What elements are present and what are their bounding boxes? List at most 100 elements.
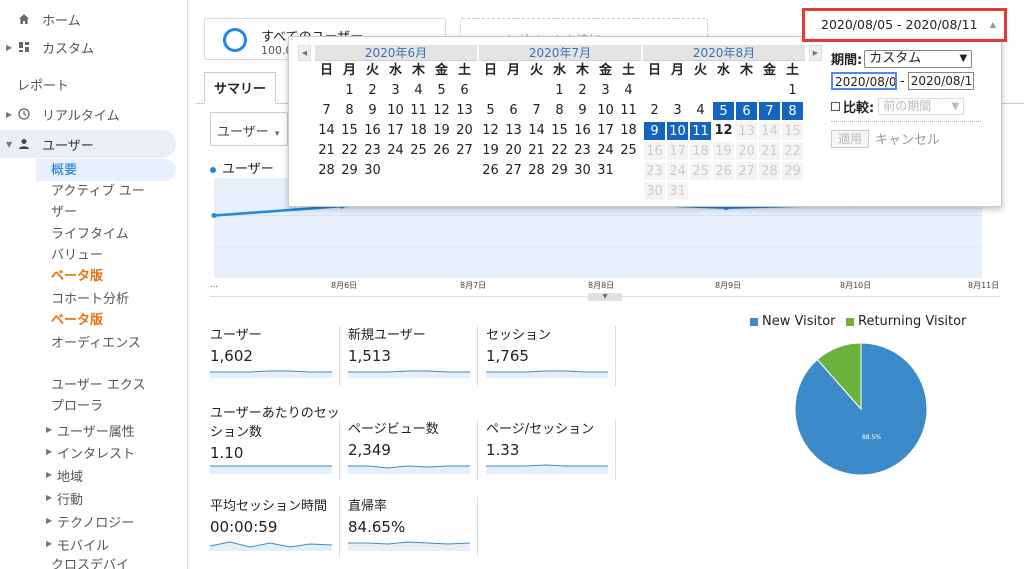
calendar-day[interactable]: 3: [594, 81, 617, 101]
sidebar-item-mobile[interactable]: モバイル: [57, 535, 109, 554]
compare-select[interactable]: 前の期間 ▼: [878, 98, 965, 115]
sidebar-item-overview[interactable]: 概要: [51, 160, 161, 181]
calendar-day[interactable]: 9: [571, 101, 594, 121]
calendar-day[interactable]: 24: [384, 141, 407, 161]
sidebar-item-user-explorer[interactable]: ユーザー エクスプローラ: [51, 375, 147, 417]
calendar-day[interactable]: 27: [453, 141, 476, 161]
calendar-day[interactable]: 17: [594, 121, 617, 141]
sidebar-item-realtime[interactable]: ▶ リアルタイム: [0, 105, 188, 124]
sidebar-item-lifetime-value[interactable]: ライフタイム バリュー: [51, 224, 141, 266]
calendar-day[interactable]: 16: [571, 121, 594, 141]
cancel-button[interactable]: キャンセル: [875, 129, 940, 148]
calendar-day[interactable]: 29: [338, 161, 361, 181]
calendar-day[interactable]: 2: [571, 81, 594, 101]
calendar-day[interactable]: 11: [689, 121, 712, 141]
calendar-day[interactable]: 3: [666, 101, 689, 121]
calendar-day[interactable]: 17: [384, 121, 407, 141]
calendar-day[interactable]: 25: [617, 141, 640, 161]
calendar-day[interactable]: 22: [338, 141, 361, 161]
calendar-day[interactable]: 12: [479, 121, 502, 141]
end-date-input[interactable]: 2020/08/11: [907, 72, 974, 90]
calendar-day[interactable]: 4: [407, 81, 430, 101]
calendar-day[interactable]: 28: [315, 161, 338, 181]
calendar-day[interactable]: 21: [315, 141, 338, 161]
calendar-day[interactable]: 3: [384, 81, 407, 101]
calendar-day[interactable]: 9: [643, 121, 666, 141]
calendar-day[interactable]: 23: [571, 141, 594, 161]
sidebar-item-active-users[interactable]: アクティブ ユーザー: [51, 181, 147, 223]
calendar-day[interactable]: 22: [548, 141, 571, 161]
calendar-day[interactable]: 10: [666, 121, 689, 141]
calendar-day[interactable]: 6: [453, 81, 476, 101]
calendar-day[interactable]: 1: [548, 81, 571, 101]
calendar-day[interactable]: 20: [502, 141, 525, 161]
calendar-day[interactable]: 29: [548, 161, 571, 181]
calendar-day[interactable]: 5: [479, 101, 502, 121]
sidebar-item-home[interactable]: ホーム: [0, 10, 188, 29]
calendar-day[interactable]: 5: [712, 101, 735, 121]
calendar-day[interactable]: 1: [338, 81, 361, 101]
calendar-day[interactable]: 11: [617, 101, 640, 121]
calendar-day[interactable]: 11: [407, 101, 430, 121]
sidebar-item-audiences[interactable]: オーディエンス: [51, 333, 147, 354]
next-month-button[interactable]: ▶: [809, 45, 822, 61]
sidebar-item-cohort[interactable]: コホート分析: [51, 289, 161, 310]
calendar-day[interactable]: 7: [315, 101, 338, 121]
calendar-day[interactable]: 18: [617, 121, 640, 141]
calendar-day[interactable]: 27: [502, 161, 525, 181]
calendar-day[interactable]: 13: [502, 121, 525, 141]
calendar-day[interactable]: 6: [735, 101, 758, 121]
date-range-selector[interactable]: 2020/08/05 - 2020/08/11 ▲: [802, 8, 1007, 42]
calendar-day[interactable]: 8: [548, 101, 571, 121]
collapse-chart-button[interactable]: ▼: [588, 293, 622, 301]
calendar-day[interactable]: 5: [430, 81, 453, 101]
sidebar-item-users[interactable]: ▼ ユーザー: [0, 130, 176, 158]
calendar-day[interactable]: 15: [548, 121, 571, 141]
sidebar-item-behavior[interactable]: 行動: [57, 489, 83, 508]
calendar-day[interactable]: 6: [502, 101, 525, 121]
sidebar-item-demographics[interactable]: ユーザー属性: [57, 421, 135, 440]
calendar-day[interactable]: 23: [361, 141, 384, 161]
sidebar-item-technology[interactable]: テクノロジー: [57, 512, 134, 531]
calendar-day[interactable]: 20: [453, 121, 476, 141]
calendar-day[interactable]: 26: [430, 141, 453, 161]
calendar-day[interactable]: 12: [430, 101, 453, 121]
calendar-day[interactable]: 8: [338, 101, 361, 121]
calendar-day[interactable]: 10: [594, 101, 617, 121]
calendar-day[interactable]: 16: [361, 121, 384, 141]
period-select[interactable]: カスタム ▼: [864, 49, 973, 68]
calendar-day[interactable]: 4: [617, 81, 640, 101]
calendar-day[interactable]: 4: [689, 101, 712, 121]
calendar-day[interactable]: 14: [315, 121, 338, 141]
calendar-day[interactable]: 7: [758, 101, 781, 121]
calendar-day[interactable]: 26: [479, 161, 502, 181]
sidebar-item-cross-device[interactable]: クロスデバイ: [51, 555, 161, 569]
calendar-day[interactable]: 30: [571, 161, 594, 181]
prev-month-button[interactable]: ◀: [298, 45, 311, 61]
calendar-day[interactable]: 8: [781, 101, 804, 121]
calendar-day[interactable]: 12: [712, 121, 735, 141]
calendar-day[interactable]: 19: [430, 121, 453, 141]
calendar-day[interactable]: 9: [361, 101, 384, 121]
calendar-day[interactable]: 24: [594, 141, 617, 161]
calendar-day[interactable]: 21: [525, 141, 548, 161]
calendar-day[interactable]: 10: [384, 101, 407, 121]
calendar-day[interactable]: 18: [407, 121, 430, 141]
calendar-day[interactable]: 13: [453, 101, 476, 121]
sidebar-item-custom[interactable]: ▶ カスタム: [0, 38, 188, 57]
calendar-day[interactable]: 1: [781, 81, 804, 101]
calendar-day[interactable]: 25: [407, 141, 430, 161]
calendar-day[interactable]: 2: [361, 81, 384, 101]
calendar-day[interactable]: 2: [643, 101, 666, 121]
apply-button[interactable]: 適用: [831, 129, 869, 148]
sidebar-item-geo[interactable]: 地域: [57, 466, 83, 485]
calendar-day[interactable]: 28: [525, 161, 548, 181]
data-point[interactable]: [211, 213, 217, 218]
start-date-input[interactable]: 2020/08/05: [831, 72, 897, 90]
calendar-day[interactable]: 31: [594, 161, 617, 181]
compare-checkbox[interactable]: [831, 102, 840, 111]
calendar-day[interactable]: 14: [525, 121, 548, 141]
calendar-day[interactable]: 19: [479, 141, 502, 161]
calendar-day[interactable]: 30: [361, 161, 384, 181]
calendar-day[interactable]: 15: [338, 121, 361, 141]
